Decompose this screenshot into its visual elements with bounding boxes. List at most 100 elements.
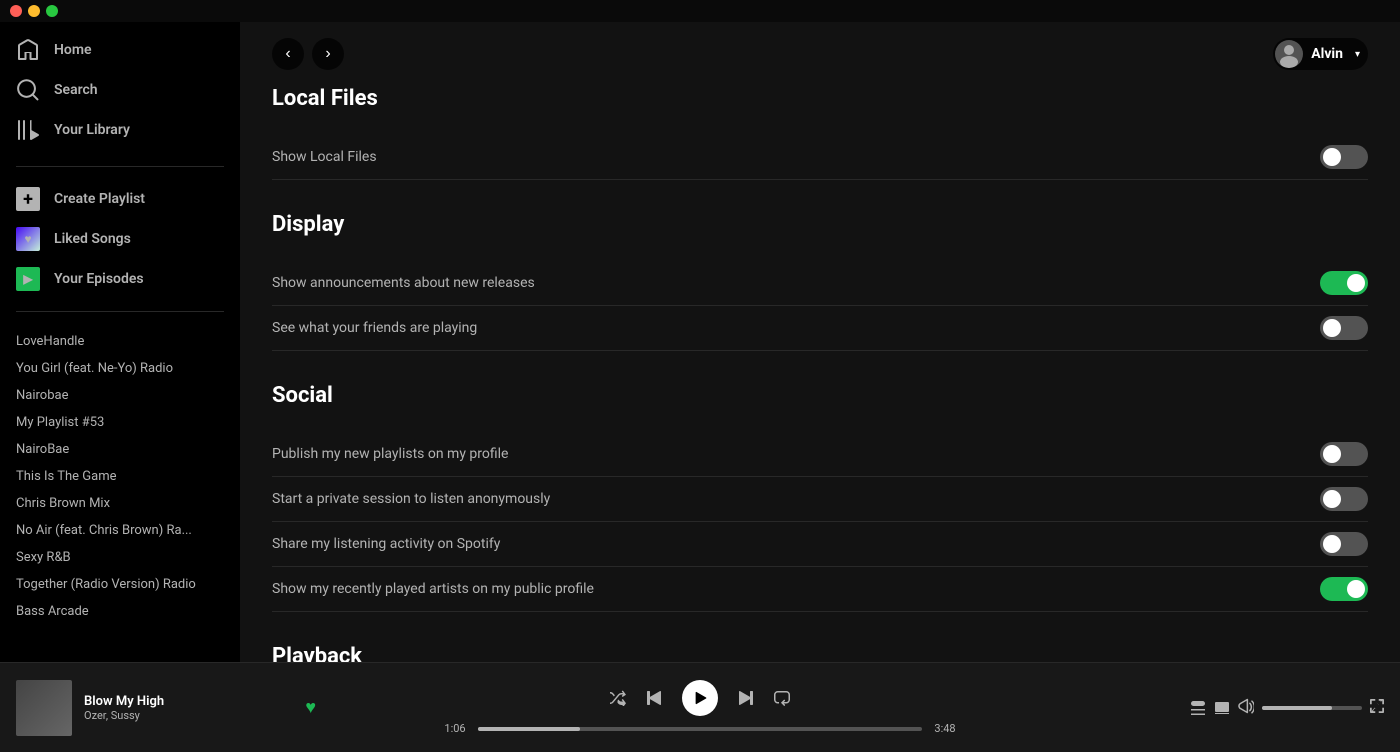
like-button[interactable]: ♥ [305,697,316,718]
list-item[interactable]: Together (Radio Version) Radio [0,571,240,598]
devices-button[interactable] [1214,700,1230,716]
toggle-show-local-files[interactable] [1320,145,1368,169]
sidebar-divider-2 [16,311,224,312]
queue-button[interactable] [1190,700,1206,716]
close-button[interactable] [10,5,22,17]
toggle-see-friends-playing[interactable] [1320,316,1368,340]
sidebar-item-search[interactable]: Search [0,70,240,110]
settings-section-display: DisplayShow announcements about new rele… [272,212,1368,351]
toggle-private-session[interactable] [1320,487,1368,511]
play-pause-button[interactable] [682,680,718,716]
settings-row-share-listening: Share my listening activity on Spotify [272,522,1368,567]
list-item[interactable]: LoveHandle [0,328,240,355]
toggle-show-announcements[interactable] [1320,271,1368,295]
toggle-show-recently-played[interactable] [1320,577,1368,601]
back-button[interactable]: ‹ [272,38,304,70]
player-controls [610,680,790,716]
toggle-thumb-see-friends-playing [1323,319,1341,337]
track-artists: Ozer, Sussy [84,709,293,722]
settings-content: Local FilesShow Local FilesDisplayShow a… [240,86,1400,662]
track-thumbnail [16,680,72,736]
progress-fill [478,727,580,731]
content-header: ‹ › Alvin ▾ [240,22,1400,86]
search-label: Search [54,82,98,98]
search-icon [16,78,40,102]
volume-bar[interactable] [1262,706,1362,710]
previous-button[interactable] [646,690,662,706]
toggle-publish-playlists[interactable] [1320,442,1368,466]
list-item[interactable]: Bass Arcade [0,598,240,625]
repeat-button[interactable] [774,690,790,706]
toggle-thumb-publish-playlists [1323,445,1341,463]
list-item[interactable]: My Playlist #53 [0,409,240,436]
maximize-button[interactable] [46,5,58,17]
sidebar-nav: Home Search Your Library [0,22,240,158]
section-title-playback: Playback [272,644,1368,662]
list-item[interactable]: This Is The Game [0,463,240,490]
library-icon [16,118,40,142]
fullscreen-button[interactable] [1370,699,1384,716]
list-item[interactable]: Sexy R&B [0,544,240,571]
next-button[interactable] [738,690,754,706]
settings-row-see-friends-playing: See what your friends are playing [272,306,1368,351]
minimize-button[interactable] [28,5,40,17]
your-episodes-item[interactable]: ▶ Your Episodes [0,259,240,299]
player-center: 1:06 3:48 [316,680,1084,735]
row-label-share-listening: Share my listening activity on Spotify [272,536,500,552]
your-episodes-label: Your Episodes [54,271,144,287]
toggle-thumb-show-announcements [1347,274,1365,292]
avatar [1275,40,1303,68]
toggle-share-listening[interactable] [1320,532,1368,556]
list-item[interactable]: Nairobae [0,382,240,409]
sidebar-item-home[interactable]: Home [0,30,240,70]
nav-buttons: ‹ › [272,38,344,70]
player-bar: Blow My High Ozer, Sussy ♥ [0,662,1400,752]
settings-section-social: Social Publish my new playlists on my pro… [272,383,1368,612]
sidebar-item-library[interactable]: Your Library [0,110,240,150]
shuffle-button[interactable] [610,690,626,706]
liked-songs-icon: ♥ [16,227,40,251]
settings-row-show-recently-played: Show my recently played artists on my pu… [272,567,1368,612]
list-item[interactable]: Chris Brown Mix [0,490,240,517]
liked-songs-item[interactable]: ♥ Liked Songs [0,219,240,259]
content-area: ‹ › Alvin ▾ Local FilesShow Local FilesD… [240,22,1400,662]
create-playlist-icon: + [16,187,40,211]
progress-bar[interactable] [478,727,922,731]
toggle-thumb-private-session [1323,490,1341,508]
player-left: Blow My High Ozer, Sussy ♥ [16,680,316,736]
toggle-thumb-show-recently-played [1347,580,1365,598]
home-icon [16,38,40,62]
list-item[interactable]: You Girl (feat. Ne-Yo) Radio [0,355,240,382]
total-time: 3:48 [930,722,960,735]
row-label-show-recently-played: Show my recently played artists on my pu… [272,581,594,597]
row-label-show-announcements: Show announcements about new releases [272,275,535,291]
row-label-show-local-files: Show Local Files [272,149,377,165]
list-item[interactable]: No Air (feat. Chris Brown) Ra... [0,517,240,544]
toggle-thumb-show-local-files [1323,148,1341,166]
row-label-publish-playlists: Publish my new playlists on my profile [272,446,508,462]
progress-area: 1:06 3:48 [440,722,960,735]
settings-row-show-announcements: Show announcements about new releases [272,261,1368,306]
volume-button[interactable] [1238,698,1254,717]
library-label: Your Library [54,122,130,138]
player-right [1084,698,1384,717]
create-playlist-item[interactable]: + Create Playlist [0,179,240,219]
sidebar-divider-1 [16,166,224,167]
track-thumb-image [16,680,72,736]
forward-button[interactable]: › [312,38,344,70]
section-title-social: Social [272,383,1368,416]
sidebar-playlist-actions: + Create Playlist ♥ Liked Songs ▶ Your E… [0,175,240,303]
sidebar: Home Search Your Library [0,22,240,662]
list-item[interactable]: NairoBae [0,436,240,463]
current-time: 1:06 [440,722,470,735]
create-playlist-label: Create Playlist [54,191,145,207]
title-bar [0,0,1400,22]
row-label-see-friends-playing: See what your friends are playing [272,320,477,336]
chevron-down-icon: ▾ [1355,49,1360,60]
episodes-icon: ▶ [16,267,40,291]
user-area[interactable]: Alvin ▾ [1273,38,1368,70]
toggle-thumb-share-listening [1323,535,1341,553]
settings-row-show-local-files: Show Local Files [272,135,1368,180]
home-label: Home [54,42,92,58]
track-info: Blow My High Ozer, Sussy [84,694,293,722]
